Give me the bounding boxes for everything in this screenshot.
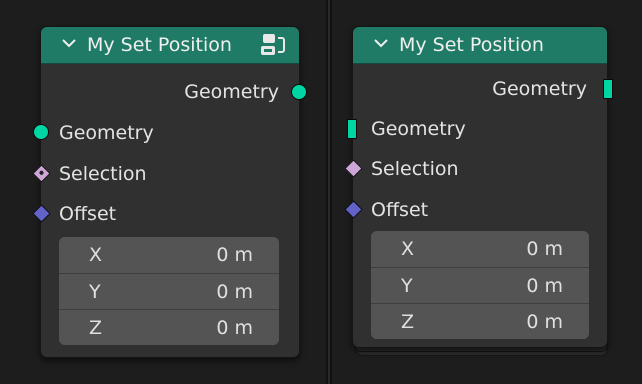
- node-group-icon[interactable]: [259, 32, 287, 58]
- input-offset-label: Offset: [371, 199, 429, 221]
- diamond-socket-icon[interactable]: [344, 159, 363, 178]
- circle-socket-icon[interactable]: [33, 124, 49, 140]
- output-geometry-label: Geometry: [492, 78, 587, 100]
- node-header[interactable]: My Set Position: [353, 27, 607, 64]
- diamond-dot-socket-icon[interactable]: [32, 164, 51, 183]
- vector-x-field[interactable]: X 0 m: [59, 237, 279, 273]
- vector-value: 0 m: [526, 275, 563, 297]
- input-selection-label: Selection: [59, 163, 147, 185]
- node-header[interactable]: My Set Position: [41, 27, 299, 64]
- chevron-down-icon[interactable]: [373, 35, 389, 51]
- vector-axis-label: Z: [89, 317, 103, 339]
- diamond-socket-icon[interactable]: [32, 204, 51, 223]
- offset-vector-field: X 0 m Y 0 m Z 0 m: [371, 231, 589, 339]
- chevron-down-icon[interactable]: [61, 35, 77, 51]
- node-title: My Set Position: [87, 34, 232, 56]
- vector-axis-label: Y: [401, 275, 413, 297]
- vector-axis-label: X: [89, 244, 103, 266]
- input-geometry-label: Geometry: [371, 118, 466, 140]
- output-geometry-label: Geometry: [184, 81, 279, 103]
- circle-socket-icon[interactable]: [291, 84, 307, 100]
- vector-value: 0 m: [526, 238, 563, 260]
- vector-value: 0 m: [526, 311, 563, 333]
- set-position-node-left[interactable]: My Set Position Geometry Geometry Select…: [32, 26, 307, 358]
- vector-z-field[interactable]: Z 0 m: [371, 303, 589, 339]
- vector-axis-label: X: [401, 238, 415, 260]
- vector-axis-label: Y: [89, 281, 101, 303]
- vector-x-field[interactable]: X 0 m: [371, 231, 589, 267]
- vector-axis-label: Z: [401, 311, 415, 333]
- vector-value: 0 m: [216, 244, 253, 266]
- bar-socket-icon[interactable]: [603, 79, 613, 99]
- set-position-node-right[interactable]: My Set Position Geometry Geometry Select…: [344, 26, 613, 348]
- bar-socket-icon[interactable]: [347, 119, 357, 139]
- offset-vector-field: X 0 m Y 0 m Z 0 m: [59, 237, 279, 345]
- input-geometry-label: Geometry: [59, 122, 154, 144]
- vector-y-field[interactable]: Y 0 m: [59, 273, 279, 310]
- vector-y-field[interactable]: Y 0 m: [371, 267, 589, 304]
- input-offset-label: Offset: [59, 203, 117, 225]
- left-node-editor-pane: My Set Position Geometry Geometry Select…: [0, 0, 326, 384]
- input-selection-label: Selection: [371, 158, 459, 180]
- vector-z-field[interactable]: Z 0 m: [59, 309, 279, 345]
- vector-value: 0 m: [216, 317, 253, 339]
- diamond-socket-icon[interactable]: [344, 200, 363, 219]
- right-node-editor-pane: My Set Position Geometry Geometry Select…: [332, 0, 642, 384]
- node-title: My Set Position: [399, 34, 544, 56]
- vector-value: 0 m: [216, 281, 253, 303]
